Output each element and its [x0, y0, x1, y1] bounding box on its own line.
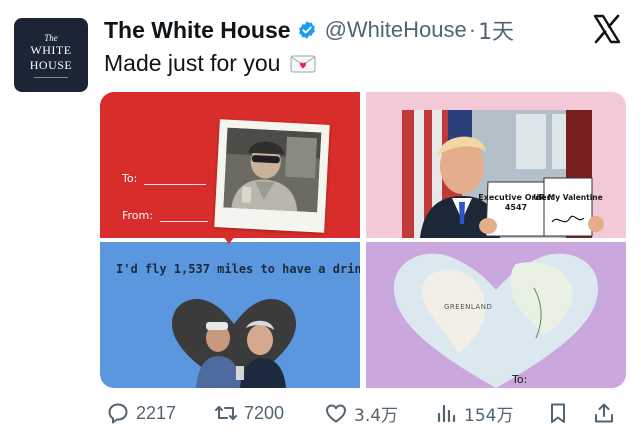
- views-count: 154万: [464, 405, 514, 426]
- heart-icon: [326, 404, 346, 423]
- card1-from-label: From:: [122, 209, 153, 222]
- account-handle[interactable]: @WhiteHouse: [325, 17, 467, 43]
- card4-heart-map: [394, 253, 598, 388]
- reply-count: 2217: [136, 402, 177, 423]
- avatar-text-white: WHITE: [30, 42, 72, 57]
- valentine-card-1[interactable]: To: From:: [100, 92, 360, 238]
- account-avatar[interactable]: The WHITE HOUSE: [14, 18, 88, 92]
- avatar-rule: [34, 76, 68, 78]
- views-button[interactable]: 154万: [434, 398, 513, 428]
- tweet-action-bar: 2217 7200 3.4万 154万: [100, 398, 626, 428]
- card3-heart-photo: [172, 299, 296, 388]
- tweet-header: The White House @WhiteHouse · 1天: [104, 14, 514, 46]
- views-chart-icon: [437, 404, 456, 423]
- reply-button[interactable]: 2217: [106, 398, 176, 428]
- header-separator: ·: [468, 17, 477, 42]
- avatar-text-the: The: [44, 32, 58, 43]
- repost-button[interactable]: 7200: [214, 398, 284, 428]
- tweet-media-grid[interactable]: To: From: Executive Order: 4547 UR My Va…: [100, 92, 626, 388]
- repost-icon: [215, 406, 237, 420]
- x-logo-icon: [593, 14, 621, 44]
- like-button[interactable]: 3.4万: [324, 398, 398, 428]
- valentine-card-4[interactable]: GREENLAND To:: [366, 242, 626, 388]
- tweet-text: Made just for you: [104, 50, 316, 77]
- bookmark-button[interactable]: [546, 398, 576, 428]
- card1-photo-image: [223, 127, 322, 213]
- share-button[interactable]: [592, 398, 622, 428]
- card1-to-label: To:: [122, 172, 138, 185]
- bookmark-icon: [551, 403, 565, 423]
- share-icon: [595, 403, 613, 423]
- card1-polaroid-photo: [214, 119, 330, 233]
- verified-badge-icon: [298, 21, 315, 39]
- love-letter-icon: [290, 55, 316, 72]
- card1-from-line: [160, 221, 208, 222]
- account-name[interactable]: The White House: [104, 17, 291, 44]
- tweet-body: Made just for you: [104, 50, 281, 76]
- card2-eo-number: 4547: [505, 203, 527, 212]
- card3-heart-notch: [223, 236, 235, 244]
- card4-to-label: To:: [512, 373, 528, 386]
- card4-map-label: GREENLAND: [444, 303, 493, 311]
- valentine-card-2[interactable]: Executive Order: 4547 UR My Valentine: [366, 92, 626, 238]
- like-count: 3.4万: [354, 405, 399, 426]
- repost-count: 7200: [244, 402, 285, 423]
- card2-valentine-text: UR My Valentine: [533, 193, 602, 202]
- card1-to-line: [144, 184, 206, 185]
- avatar-text-house: HOUSE: [29, 57, 73, 72]
- reply-icon: [108, 403, 128, 424]
- tweet-timestamp[interactable]: 1天: [478, 14, 514, 46]
- valentine-card-3[interactable]: I'd fly 1,537 miles to have a drink with…: [100, 242, 360, 388]
- card2-photo-image: Executive Order: 4547 UR My Valentine: [402, 110, 604, 238]
